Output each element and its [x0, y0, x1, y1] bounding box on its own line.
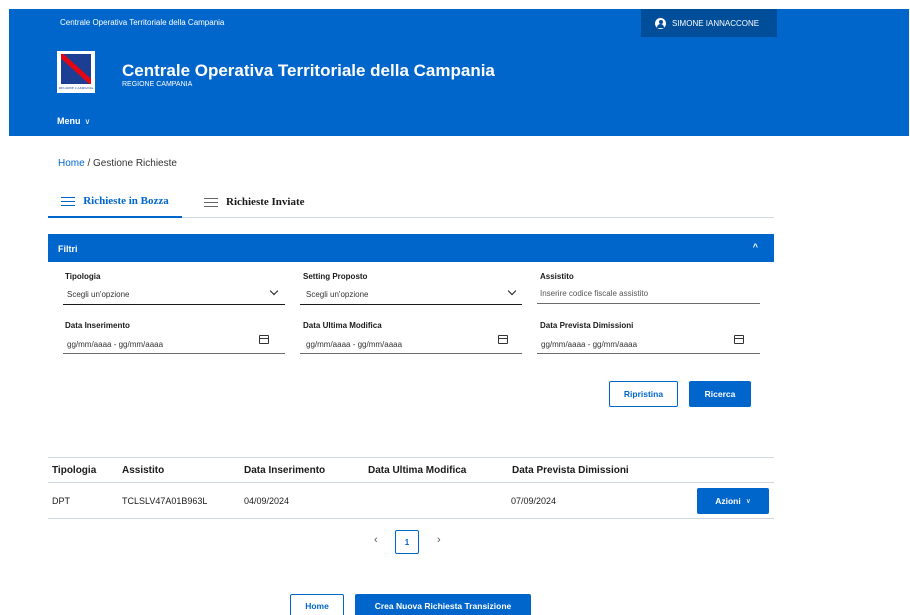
tab-bar: Richieste in Bozza Richieste Inviate	[48, 190, 774, 218]
menu-button[interactable]: Menu ∨	[57, 116, 90, 126]
data-dimissioni-input[interactable]: gg/mm/aaaa - gg/mm/aaaa	[541, 340, 637, 349]
breadcrumb-current: Gestione Richieste	[93, 158, 177, 169]
user-button[interactable]: SIMONE IANNACCONE	[641, 9, 777, 37]
search-button[interactable]: Ricerca	[689, 381, 751, 407]
breadcrumb-separator: /	[87, 158, 91, 169]
site-header: REGIONE CAMPANIA Centrale Operativa Terr…	[9, 37, 909, 136]
cell-data-dimissioni: 07/09/2024	[511, 496, 557, 506]
chevron-up-icon: ^	[752, 242, 758, 252]
chevron-down-icon: ∨	[84, 117, 91, 126]
setting-select[interactable]: Scegli un'opzione	[306, 290, 368, 299]
data-modifica-input[interactable]: gg/mm/aaaa - gg/mm/aaaa	[306, 340, 402, 349]
data-inserimento-input[interactable]: gg/mm/aaaa - gg/mm/aaaa	[67, 340, 163, 349]
actions-button[interactable]: Azioni ∨	[697, 488, 769, 514]
column-header[interactable]: Tipologia	[52, 465, 96, 476]
chevron-down-icon[interactable]	[269, 286, 279, 296]
logo-caption: REGIONE CAMPANIA	[58, 86, 94, 90]
top-bar: Centrale Operativa Territoriale della Ca…	[9, 9, 909, 37]
table-row: DPT TCLSLV47A01B963L 04/09/2024 07/09/20…	[48, 483, 774, 519]
column-header[interactable]: Data Inserimento	[244, 465, 325, 476]
data-modifica-underline	[300, 353, 522, 354]
data-modifica-label: Data Ultima Modifica	[303, 321, 382, 330]
data-dimissioni-underline	[537, 353, 760, 354]
tab-richieste-inviate[interactable]: Richieste Inviate	[204, 190, 328, 218]
site-subtitle: REGIONE CAMPANIA	[122, 81, 193, 88]
setting-underline	[300, 304, 522, 305]
region-logo[interactable]: REGIONE CAMPANIA	[57, 51, 95, 93]
user-icon	[655, 17, 666, 29]
tipologia-select[interactable]: Scegli un'opzione	[67, 290, 129, 299]
tab-label: Richieste Inviate	[226, 196, 305, 208]
tab-label: Richieste in Bozza	[83, 195, 169, 207]
next-page-icon[interactable]: ›	[437, 534, 441, 546]
assistito-label: Assistito	[540, 272, 574, 281]
calendar-icon[interactable]	[498, 335, 508, 344]
column-header[interactable]: Data Ultima Modifica	[368, 465, 466, 476]
data-dimissioni-label: Data Prevista Dimissioni	[540, 321, 634, 330]
breadcrumb: Home / Gestione Richieste	[58, 158, 177, 169]
cell-assistito: TCLSLV47A01B963L	[122, 496, 208, 506]
chevron-down-icon[interactable]	[507, 286, 517, 296]
column-header[interactable]: Assistito	[122, 465, 164, 476]
home-button[interactable]: Home	[290, 594, 344, 615]
site-title[interactable]: Centrale Operativa Territoriale della Ca…	[122, 61, 495, 81]
results-table: Tipologia Assistito Data Inserimento Dat…	[48, 457, 774, 519]
cell-tipologia: DPT	[52, 496, 70, 506]
data-inserimento-label: Data Inserimento	[65, 321, 130, 330]
org-name[interactable]: Centrale Operativa Territoriale della Ca…	[60, 18, 224, 27]
user-name: SIMONE IANNACCONE	[672, 18, 760, 28]
actions-label: Azioni	[715, 496, 741, 506]
cell-data-inserimento: 04/09/2024	[244, 496, 290, 506]
create-request-button[interactable]: Crea Nuova Richiesta Transizione	[355, 594, 531, 615]
tipologia-label: Tipologia	[65, 272, 101, 281]
column-header[interactable]: Data Prevista Dimissioni	[512, 465, 629, 476]
breadcrumb-home[interactable]: Home	[58, 158, 85, 169]
tipologia-underline	[63, 304, 285, 305]
menu-label: Menu	[57, 116, 81, 126]
filters-title: Filtri	[58, 244, 78, 254]
region-shield-icon	[61, 54, 91, 84]
filters-toggle[interactable]: Filtri ^	[48, 234, 774, 262]
calendar-icon[interactable]	[259, 335, 269, 344]
list-icon	[61, 196, 76, 206]
chevron-down-icon: ∨	[745, 498, 751, 505]
data-inserimento-underline	[63, 353, 285, 354]
calendar-icon[interactable]	[734, 335, 744, 344]
reset-button[interactable]: Ripristina	[609, 381, 678, 407]
assistito-input[interactable]: Inserire codice fiscale assistito	[540, 289, 648, 298]
assistito-underline	[537, 303, 760, 304]
setting-label: Setting Proposto	[303, 272, 368, 281]
table-header: Tipologia Assistito Data Inserimento Dat…	[48, 457, 774, 483]
list-icon	[204, 197, 218, 207]
prev-page-icon[interactable]: ‹	[374, 534, 378, 546]
page-button[interactable]: 1	[395, 530, 419, 554]
tab-richieste-bozza[interactable]: Richieste in Bozza	[48, 190, 182, 218]
